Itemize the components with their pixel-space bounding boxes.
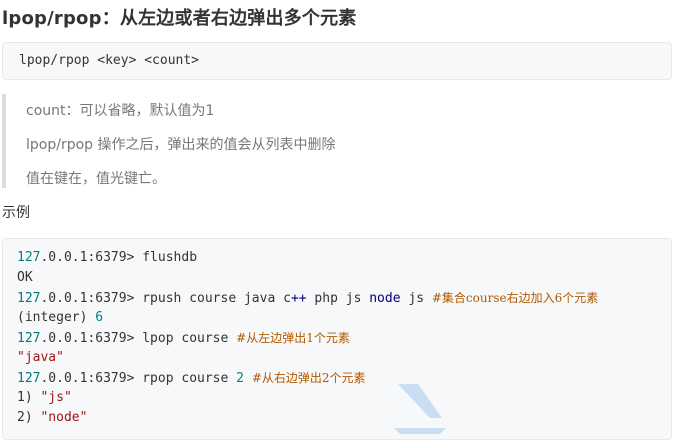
prompt-host: .0.0.1:6379> <box>40 291 143 306</box>
number-text: 2 <box>236 371 244 386</box>
code-line: 127.0.0.1:6379> flushdb <box>17 248 197 268</box>
code-line: OK <box>17 268 33 288</box>
code-line: 2) "node" <box>17 408 87 428</box>
command-text: lpop course <box>142 331 237 346</box>
syntax-code-block: lpop/rpop <key> <count> <box>2 42 672 80</box>
command-text: rpop course <box>142 371 237 386</box>
command-text <box>244 371 252 386</box>
string-text: "js" <box>40 390 72 405</box>
note-count-optional: count：可以省略，默认值为1 <box>26 103 215 119</box>
syntax-line: lpop/rpop <key> <count> <box>19 53 200 68</box>
prompt-host: .0.0.1:6379> <box>40 371 143 386</box>
prompt-host: .0.0.1:6379> <box>40 250 143 265</box>
prompt-number: 127 <box>17 291 41 306</box>
code-line: "java" <box>17 348 64 368</box>
output-text: OK <box>17 270 33 285</box>
keyword-text: node <box>369 291 401 306</box>
code-line: 127.0.0.1:6379> rpush course java c++ ph… <box>17 288 598 309</box>
command-text: php js <box>306 291 370 306</box>
number-text: 6 <box>95 310 104 325</box>
notes-blockquote: count：可以省略，默认值为1 lpop/rpop 操作之后，弹出来的值会从列… <box>2 94 674 188</box>
prompt-number: 127 <box>17 371 41 386</box>
comment-text: #从左边弹出1个元素 <box>236 331 350 345</box>
code-line: 1) "js" <box>17 388 72 408</box>
note-removed-after-pop: lpop/rpop 操作之后，弹出来的值会从列表中删除 <box>26 137 336 153</box>
string-text: "node" <box>40 410 88 425</box>
output-text: 1) <box>17 390 41 405</box>
prompt-number: 127 <box>17 250 41 265</box>
example-label: 示例 <box>2 205 30 221</box>
code-line: 127.0.0.1:6379> lpop course #从左边弹出1个元素 <box>17 328 350 349</box>
code-line: (integer) 6 <box>17 308 103 328</box>
watermark-logo-icon <box>394 384 446 434</box>
note-key-lifecycle: 值在键在，值光键亡。 <box>26 171 166 187</box>
output-text: (integer) <box>17 310 96 325</box>
code-line: 127.0.0.1:6379> rpop course 2 #从右边弹出2个元素 <box>17 368 366 389</box>
section-heading: lpop/rpop：从左边或者右边弹出多个元素 <box>2 8 357 29</box>
command-text: flushdb <box>142 250 198 265</box>
output-text: 2) <box>17 410 41 425</box>
comment-text: #从右边弹出2个元素 <box>251 371 366 385</box>
command-text: rpush course java c <box>142 291 291 306</box>
example-code-block: 127.0.0.1:6379> flushdb OK 127.0.0.1:637… <box>2 238 672 440</box>
prompt-host: .0.0.1:6379> <box>40 331 143 346</box>
command-text: js <box>400 291 432 306</box>
comment-text: #集合course右边加入6个元素 <box>431 291 599 305</box>
prompt-number: 127 <box>17 331 41 346</box>
operator-text: ++ <box>290 291 307 306</box>
string-text: "java" <box>17 350 64 365</box>
